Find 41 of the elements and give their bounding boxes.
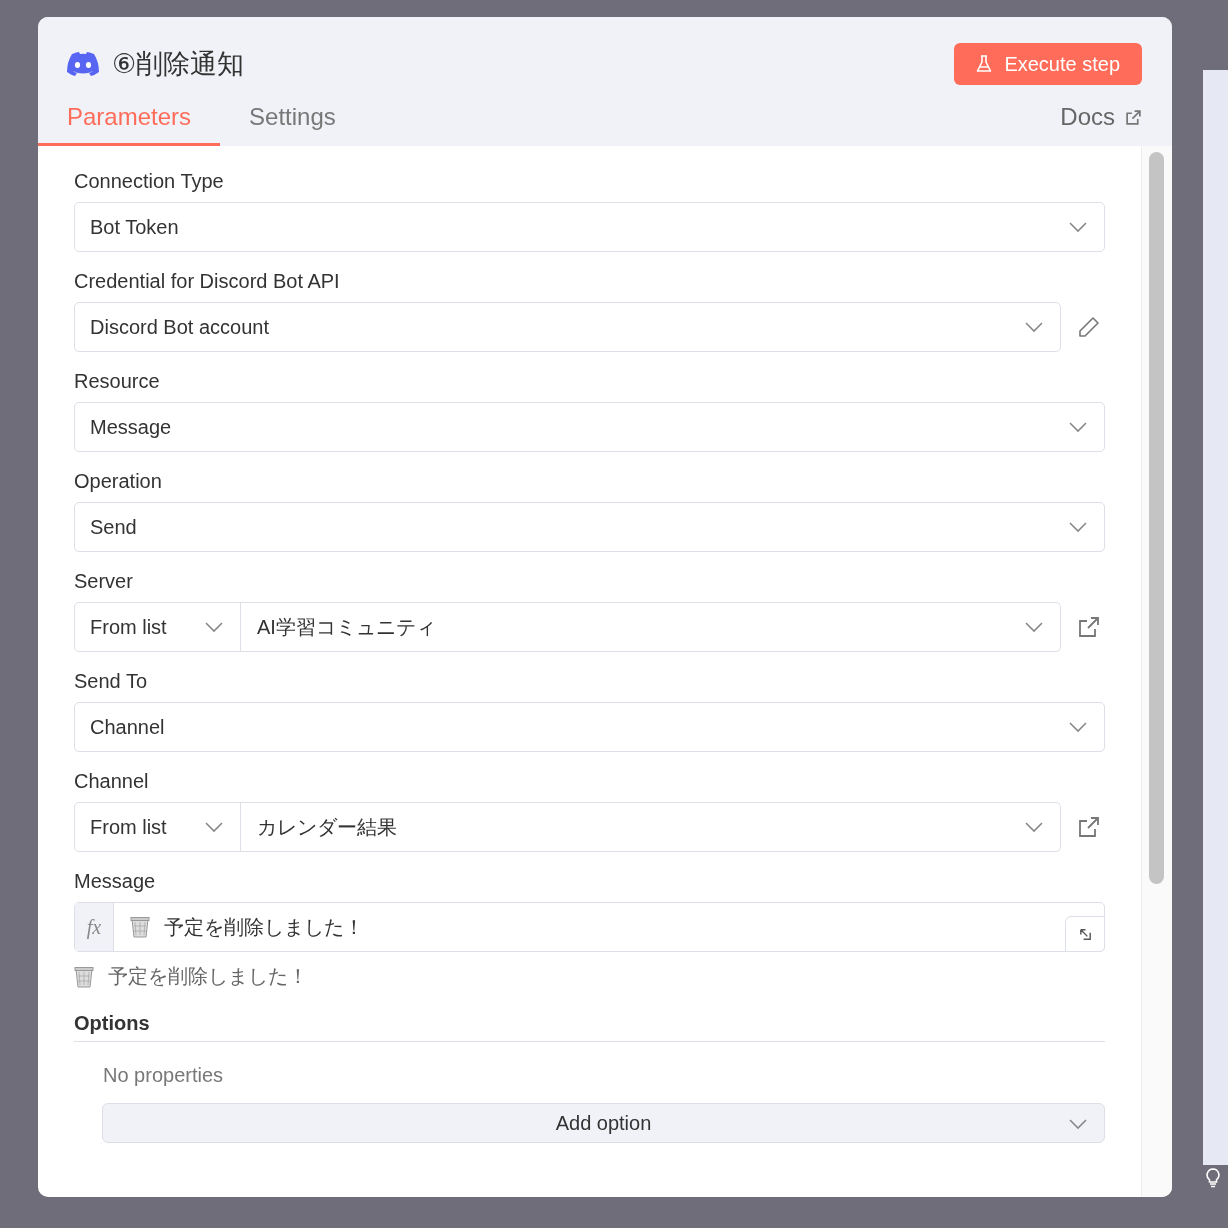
add-option-button[interactable]: Add option (102, 1103, 1105, 1143)
external-link-icon[interactable] (1077, 615, 1101, 639)
chevron-down-icon (1068, 221, 1088, 233)
pencil-icon[interactable] (1077, 315, 1101, 339)
flask-icon (976, 55, 993, 73)
chevron-down-icon (1068, 521, 1088, 533)
field-label: Message (74, 870, 157, 893)
select-field[interactable]: Channel (74, 702, 1105, 752)
expression-text: 予定を削除しました！ (164, 914, 364, 940)
external-link-icon[interactable] (1125, 108, 1142, 126)
field-label: Resource (74, 370, 161, 393)
wastebasket-icon (130, 916, 150, 938)
node-title: ⑥削除通知 (112, 48, 246, 81)
field-label: Send To (74, 670, 149, 693)
field-label: Channel (74, 770, 150, 793)
field-label: Connection Type (74, 170, 225, 193)
tab[interactable]: Settings (220, 95, 365, 146)
chevron-down-icon (1068, 721, 1088, 733)
section-title: Options (74, 1012, 1105, 1042)
external-link-icon[interactable] (1077, 815, 1101, 839)
expand-icon (1077, 926, 1093, 942)
select-field[interactable]: Bot Token (74, 202, 1105, 252)
expression-field[interactable]: fx 予定を削除しました！ (74, 902, 1105, 952)
wastebasket-icon (74, 965, 94, 988)
chevron-down-icon (1068, 1118, 1088, 1130)
chevron-down-icon (1068, 421, 1088, 433)
field-label: Operation (74, 470, 163, 493)
app-logo-icon (66, 51, 100, 77)
lightbulb-icon[interactable] (1206, 1168, 1220, 1188)
scrollbar[interactable] (1149, 152, 1164, 884)
docs-link[interactable]: Docs (1060, 103, 1115, 131)
select-field[interactable]: Send (74, 502, 1105, 552)
expression-marker: fx (75, 903, 114, 951)
field-label: Credential for Discord Bot API (74, 270, 341, 293)
empty-text: No properties (103, 1064, 225, 1087)
field-label: Server (74, 570, 134, 593)
select-field[interactable]: Discord Bot account (74, 302, 1061, 352)
select-field[interactable]: Message (74, 402, 1105, 452)
chevron-down-icon (1024, 321, 1044, 333)
preview-text: 予定を削除しました！ (108, 964, 308, 989)
expand-button[interactable] (1065, 916, 1105, 952)
